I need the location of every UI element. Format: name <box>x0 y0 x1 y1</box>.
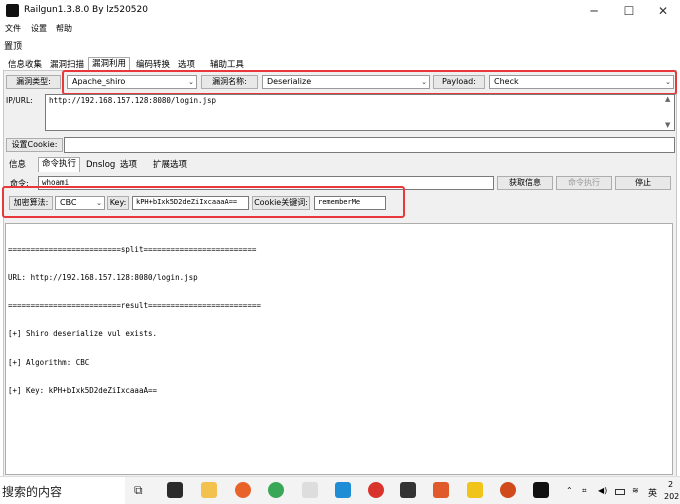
pin-top-toggle[interactable]: 置顶 <box>4 39 22 52</box>
subtab-info[interactable]: 信息 <box>6 159 29 171</box>
app-icon-orange[interactable] <box>433 482 449 498</box>
maximize-button[interactable]: ☐ <box>612 0 646 22</box>
app-icon-yellow[interactable] <box>467 482 483 498</box>
stop-button[interactable]: 停止 <box>615 176 671 190</box>
subtab-command-exec[interactable]: 命令执行 <box>38 157 81 172</box>
output-line: URL: http://192.168.157.128:8080/login.j… <box>8 273 198 283</box>
battery-icon[interactable] <box>615 489 625 495</box>
terminal-app-icon[interactable] <box>167 482 183 498</box>
wifi-icon[interactable]: ≋ <box>632 486 639 495</box>
app-icon <box>6 4 19 17</box>
scroll-down-icon[interactable]: ▼ <box>665 121 670 129</box>
subtab-options[interactable]: 选项 <box>117 159 140 171</box>
subtab-extended-options[interactable]: 扩展选项 <box>150 159 190 171</box>
clock-date[interactable]: 202 <box>664 492 679 501</box>
app-icon-red[interactable] <box>368 482 384 498</box>
menu-help[interactable]: 帮助 <box>56 23 72 34</box>
output-line: =========================split==========… <box>8 244 257 254</box>
ipurl-label: IP/URL: <box>6 96 33 105</box>
subtab-dnslog[interactable]: Dnslog <box>83 159 118 171</box>
output-line: [+] Shiro deserialize vul exists. <box>8 329 158 339</box>
minimize-button[interactable]: ─ <box>577 0 611 22</box>
chevron-up-icon[interactable]: ⌃ <box>566 486 573 495</box>
tab-vuln-exploit[interactable]: 漏洞利用 <box>88 57 131 71</box>
menu-settings[interactable]: 设置 <box>31 23 47 34</box>
close-button[interactable]: ✕ <box>646 0 680 22</box>
highlight-box-crypto <box>2 186 405 218</box>
input-language[interactable]: 英 <box>648 486 657 499</box>
window-title: Railgun1.3.8.0 By lz520520 <box>24 5 148 15</box>
typora-icon[interactable] <box>302 482 318 498</box>
cookie-label: 设置Cookie: <box>6 138 63 152</box>
get-info-button[interactable]: 获取信息 <box>497 176 553 190</box>
cookie-input[interactable] <box>64 137 675 153</box>
clock-time[interactable]: 2 <box>668 480 673 489</box>
vuln-type-label: 漏洞类型: <box>6 75 61 89</box>
search-tool-icon[interactable] <box>500 482 516 498</box>
app-icon-blue[interactable] <box>335 482 351 498</box>
network-icon[interactable]: ⌗ <box>582 486 587 496</box>
menu-file[interactable]: 文件 <box>5 23 21 34</box>
exec-command-button[interactable]: 命令执行 <box>556 176 612 190</box>
highlight-box-vuln <box>62 70 677 95</box>
taskbar-search-text: 搜索的内容 <box>2 485 63 499</box>
railgun-taskbar-icon[interactable] <box>533 482 549 498</box>
output-line: =========================result=========… <box>8 301 261 311</box>
chrome-icon[interactable] <box>268 482 284 498</box>
task-view-icon[interactable]: ⧉ <box>134 483 143 498</box>
file-explorer-icon[interactable] <box>201 482 217 498</box>
firefox-icon[interactable] <box>235 482 251 498</box>
output-line: [+] Key: kPH+bIxk5D2deZiIxcaaaA== <box>8 385 158 395</box>
menu-bar <box>0 22 680 35</box>
app-icon-dark[interactable] <box>400 482 416 498</box>
output-line: [+] Algorithm: CBC <box>8 357 90 367</box>
scroll-up-icon[interactable]: ▲ <box>665 95 670 103</box>
ipurl-textarea[interactable]: http://192.168.157.128:8080/login.jsp <box>45 94 675 131</box>
volume-icon[interactable]: ◀) <box>598 486 607 495</box>
output-log: =========================split==========… <box>8 226 261 405</box>
